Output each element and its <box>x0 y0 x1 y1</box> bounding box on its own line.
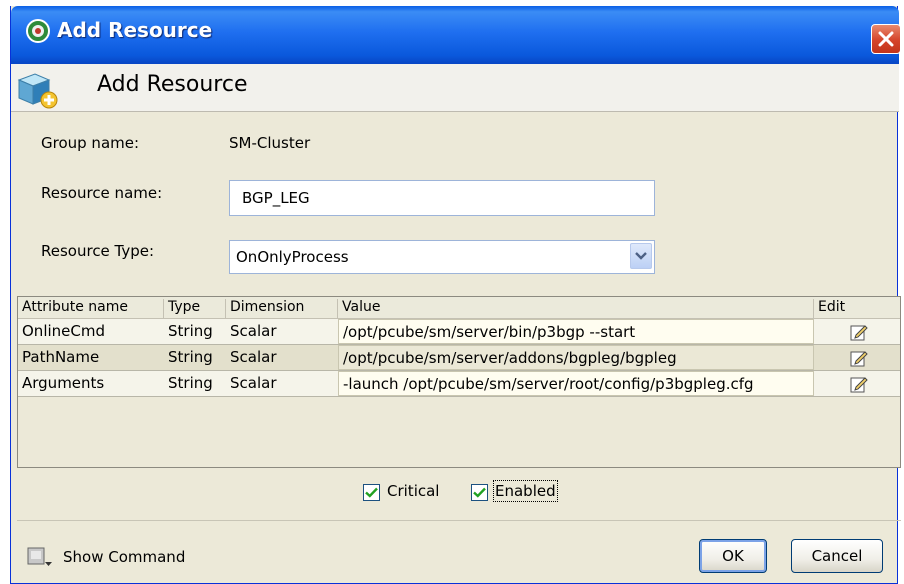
resource-type-select[interactable]: OnOnlyProcess <box>229 240 655 274</box>
attribute-name-cell: Arguments <box>22 374 105 392</box>
footer-divider <box>17 520 901 521</box>
title-bar[interactable]: Add Resource <box>11 6 901 64</box>
resource-type-value: OnOnlyProcess <box>236 248 349 266</box>
window-title: Add Resource <box>57 18 213 42</box>
checkmark-icon <box>365 487 378 498</box>
column-header-value[interactable]: Value <box>338 299 814 319</box>
table-header: Attribute name Type Dimension Value Edit <box>18 297 900 319</box>
enabled-checkbox[interactable] <box>471 484 488 501</box>
dimension-cell: Scalar <box>230 322 277 340</box>
critical-label[interactable]: Critical <box>387 482 439 500</box>
attribute-name-cell: OnlineCmd <box>22 322 105 340</box>
resource-type-label: Resource Type: <box>41 242 155 260</box>
column-header-edit[interactable]: Edit <box>814 299 902 319</box>
ok-button[interactable]: OK <box>699 539 767 573</box>
close-button[interactable] <box>871 24 901 54</box>
cancel-button[interactable]: Cancel <box>791 539 883 573</box>
edit-pencil-icon[interactable] <box>850 349 868 367</box>
critical-checkbox[interactable] <box>363 484 380 501</box>
column-header-type[interactable]: Type <box>164 299 226 319</box>
group-name-label: Group name: <box>41 134 140 152</box>
dialog-header: Add Resource <box>11 64 899 112</box>
show-command-icon[interactable] <box>27 546 53 568</box>
table-row[interactable]: PathName String Scalar /opt/pcube/sm/ser… <box>18 345 900 371</box>
column-header-attribute-name[interactable]: Attribute name <box>18 299 164 319</box>
resource-name-label: Resource name: <box>41 184 163 202</box>
edit-pencil-icon[interactable] <box>850 375 868 393</box>
value-cell[interactable]: -launch /opt/pcube/sm/server/root/config… <box>338 371 814 396</box>
dropdown-arrow-icon <box>635 252 647 260</box>
value-cell[interactable]: /opt/pcube/sm/server/addons/bgpleg/bgple… <box>338 345 814 370</box>
value-cell[interactable]: /opt/pcube/sm/server/bin/p3bgp --start <box>338 319 814 344</box>
attribute-name-cell: PathName <box>22 348 100 366</box>
close-icon <box>878 31 894 47</box>
type-cell: String <box>168 348 213 366</box>
type-cell: String <box>168 322 213 340</box>
edit-pencil-icon[interactable] <box>850 323 868 341</box>
group-name-value: SM-Cluster <box>229 134 311 152</box>
add-resource-dialog: Add Resource Add Resource Group name: SM… <box>10 6 901 584</box>
dimension-cell: Scalar <box>230 374 277 392</box>
table-row[interactable]: OnlineCmd String Scalar /opt/pcube/sm/se… <box>18 319 900 345</box>
resource-name-input[interactable]: BGP_LEG <box>229 180 655 216</box>
type-cell: String <box>168 374 213 392</box>
enabled-label[interactable]: Enabled <box>493 480 558 502</box>
page-title: Add Resource <box>97 72 248 97</box>
dropdown-arrow-button[interactable] <box>630 243 652 269</box>
attributes-table: Attribute name Type Dimension Value Edit… <box>17 296 901 468</box>
app-gear-icon <box>26 19 50 43</box>
resource-name-value: BGP_LEG <box>242 189 310 207</box>
column-header-dimension[interactable]: Dimension <box>226 299 338 319</box>
table-row[interactable]: Arguments String Scalar -launch /opt/pcu… <box>18 371 900 397</box>
show-command-label[interactable]: Show Command <box>63 548 185 566</box>
dimension-cell: Scalar <box>230 348 277 366</box>
add-resource-cube-icon <box>17 73 58 109</box>
checkmark-icon <box>473 487 486 498</box>
